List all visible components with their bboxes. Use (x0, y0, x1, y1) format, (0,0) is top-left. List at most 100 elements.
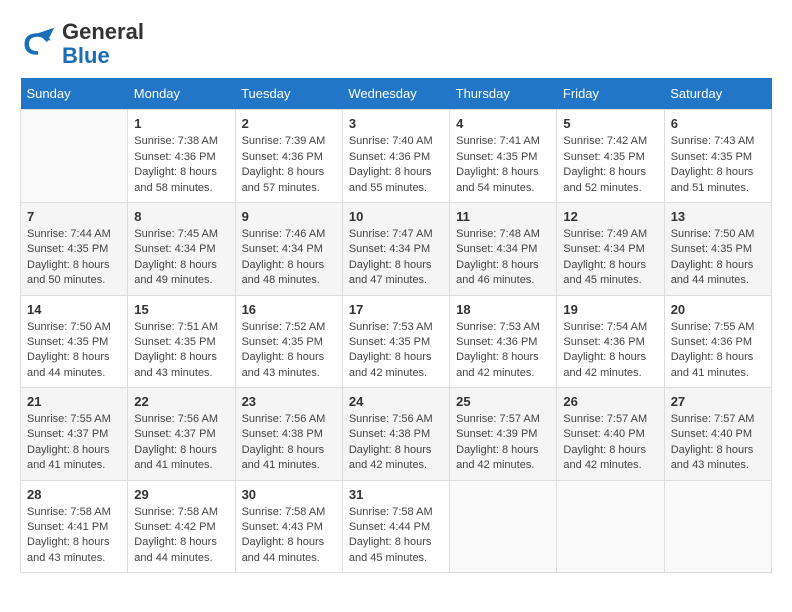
cell-sun-info: Sunrise: 7:57 AM Sunset: 4:40 PM Dayligh… (671, 412, 765, 474)
day-number: 29 (134, 487, 228, 502)
day-number: 14 (27, 302, 121, 317)
cell-sun-info: Sunrise: 7:58 AM Sunset: 4:43 PM Dayligh… (242, 505, 336, 567)
day-number: 19 (563, 302, 657, 317)
day-number: 1 (134, 116, 228, 131)
day-number: 5 (563, 116, 657, 131)
day-number: 2 (242, 116, 336, 131)
day-number: 13 (671, 209, 765, 224)
cell-sun-info: Sunrise: 7:56 AM Sunset: 4:37 PM Dayligh… (134, 412, 228, 474)
day-number: 12 (563, 209, 657, 224)
calendar-week-4: 21 Sunrise: 7:55 AM Sunset: 4:37 PM Dayli… (21, 388, 772, 481)
calendar-cell: 6 Sunrise: 7:43 AM Sunset: 4:35 PM Daylig… (664, 110, 771, 203)
cell-sun-info: Sunrise: 7:56 AM Sunset: 4:38 PM Dayligh… (242, 412, 336, 474)
day-number: 11 (456, 209, 550, 224)
day-number: 4 (456, 116, 550, 131)
cell-sun-info: Sunrise: 7:57 AM Sunset: 4:40 PM Dayligh… (563, 412, 657, 474)
calendar-cell: 9 Sunrise: 7:46 AM Sunset: 4:34 PM Daylig… (235, 202, 342, 295)
calendar-cell: 17 Sunrise: 7:53 AM Sunset: 4:35 PM Dayli… (342, 295, 449, 388)
day-number: 26 (563, 394, 657, 409)
day-number: 18 (456, 302, 550, 317)
cell-sun-info: Sunrise: 7:46 AM Sunset: 4:34 PM Dayligh… (242, 227, 336, 289)
cell-sun-info: Sunrise: 7:43 AM Sunset: 4:35 PM Dayligh… (671, 134, 765, 196)
calendar-cell: 7Sunrise: 7:44 AM Sunset: 4:35 PM Daylig… (21, 202, 128, 295)
calendar-cell (664, 480, 771, 573)
cell-sun-info: Sunrise: 7:48 AM Sunset: 4:34 PM Dayligh… (456, 227, 550, 289)
day-number: 20 (671, 302, 765, 317)
day-number: 16 (242, 302, 336, 317)
day-number: 27 (671, 394, 765, 409)
calendar-cell: 13 Sunrise: 7:50 AM Sunset: 4:35 PM Dayli… (664, 202, 771, 295)
header-sunday: Sunday (21, 78, 128, 110)
calendar-header-row: SundayMondayTuesdayWednesdayThursdayFrid… (21, 78, 772, 110)
calendar-cell: 19 Sunrise: 7:54 AM Sunset: 4:36 PM Dayli… (557, 295, 664, 388)
calendar-week-1: 1 Sunrise: 7:38 AM Sunset: 4:36 PM Daylig… (21, 110, 772, 203)
cell-sun-info: Sunrise: 7:53 AM Sunset: 4:36 PM Dayligh… (456, 320, 550, 382)
day-number: 8 (134, 209, 228, 224)
calendar-cell: 20 Sunrise: 7:55 AM Sunset: 4:36 PM Dayli… (664, 295, 771, 388)
day-number: 17 (349, 302, 443, 317)
calendar-cell: 11 Sunrise: 7:48 AM Sunset: 4:34 PM Dayli… (450, 202, 557, 295)
cell-sun-info: Sunrise: 7:44 AM Sunset: 4:35 PM Dayligh… (27, 227, 121, 289)
cell-sun-info: Sunrise: 7:54 AM Sunset: 4:36 PM Dayligh… (563, 320, 657, 382)
day-number: 3 (349, 116, 443, 131)
calendar-cell: 16 Sunrise: 7:52 AM Sunset: 4:35 PM Dayli… (235, 295, 342, 388)
calendar-cell: 14 Sunrise: 7:50 AM Sunset: 4:35 PM Dayli… (21, 295, 128, 388)
cell-sun-info: Sunrise: 7:39 AM Sunset: 4:36 PM Dayligh… (242, 134, 336, 196)
calendar-cell: 5 Sunrise: 7:42 AM Sunset: 4:35 PM Daylig… (557, 110, 664, 203)
header-tuesday: Tuesday (235, 78, 342, 110)
calendar-cell (450, 480, 557, 573)
calendar-cell: 25 Sunrise: 7:57 AM Sunset: 4:39 PM Dayli… (450, 388, 557, 481)
cell-sun-info: Sunrise: 7:52 AM Sunset: 4:35 PM Dayligh… (242, 320, 336, 382)
day-number: 25 (456, 394, 550, 409)
calendar-cell: 2 Sunrise: 7:39 AM Sunset: 4:36 PM Daylig… (235, 110, 342, 203)
calendar-cell: 26 Sunrise: 7:57 AM Sunset: 4:40 PM Dayli… (557, 388, 664, 481)
calendar-cell: 31Sunrise: 7:58 AM Sunset: 4:44 PM Dayli… (342, 480, 449, 573)
day-number: 24 (349, 394, 443, 409)
calendar-cell: 4 Sunrise: 7:41 AM Sunset: 4:35 PM Daylig… (450, 110, 557, 203)
cell-sun-info: Sunrise: 7:45 AM Sunset: 4:34 PM Dayligh… (134, 227, 228, 289)
calendar-cell: 27 Sunrise: 7:57 AM Sunset: 4:40 PM Dayli… (664, 388, 771, 481)
header-friday: Friday (557, 78, 664, 110)
day-number: 6 (671, 116, 765, 131)
cell-sun-info: Sunrise: 7:53 AM Sunset: 4:35 PM Dayligh… (349, 320, 443, 382)
calendar-cell: 23 Sunrise: 7:56 AM Sunset: 4:38 PM Dayli… (235, 388, 342, 481)
cell-sun-info: Sunrise: 7:50 AM Sunset: 4:35 PM Dayligh… (671, 227, 765, 289)
cell-sun-info: Sunrise: 7:42 AM Sunset: 4:35 PM Dayligh… (563, 134, 657, 196)
calendar-week-3: 14 Sunrise: 7:50 AM Sunset: 4:35 PM Dayli… (21, 295, 772, 388)
day-number: 22 (134, 394, 228, 409)
logo-icon (20, 26, 56, 62)
calendar-cell (557, 480, 664, 573)
calendar-cell: 18 Sunrise: 7:53 AM Sunset: 4:36 PM Dayli… (450, 295, 557, 388)
day-number: 23 (242, 394, 336, 409)
calendar-table: SundayMondayTuesdayWednesdayThursdayFrid… (20, 78, 772, 573)
calendar-cell: 12Sunrise: 7:49 AM Sunset: 4:34 PM Dayli… (557, 202, 664, 295)
cell-sun-info: Sunrise: 7:50 AM Sunset: 4:35 PM Dayligh… (27, 320, 121, 382)
day-number: 30 (242, 487, 336, 502)
cell-sun-info: Sunrise: 7:38 AM Sunset: 4:36 PM Dayligh… (134, 134, 228, 196)
cell-sun-info: Sunrise: 7:55 AM Sunset: 4:37 PM Dayligh… (27, 412, 121, 474)
calendar-cell: 29Sunrise: 7:58 AM Sunset: 4:42 PM Dayli… (128, 480, 235, 573)
calendar-cell: 1 Sunrise: 7:38 AM Sunset: 4:36 PM Daylig… (128, 110, 235, 203)
header-saturday: Saturday (664, 78, 771, 110)
cell-sun-info: Sunrise: 7:57 AM Sunset: 4:39 PM Dayligh… (456, 412, 550, 474)
cell-sun-info: Sunrise: 7:41 AM Sunset: 4:35 PM Dayligh… (456, 134, 550, 196)
calendar-cell: 3 Sunrise: 7:40 AM Sunset: 4:36 PM Daylig… (342, 110, 449, 203)
cell-sun-info: Sunrise: 7:56 AM Sunset: 4:38 PM Dayligh… (349, 412, 443, 474)
cell-sun-info: Sunrise: 7:47 AM Sunset: 4:34 PM Dayligh… (349, 227, 443, 289)
day-number: 21 (27, 394, 121, 409)
header-thursday: Thursday (450, 78, 557, 110)
cell-sun-info: Sunrise: 7:40 AM Sunset: 4:36 PM Dayligh… (349, 134, 443, 196)
day-number: 28 (27, 487, 121, 502)
calendar-cell: 28Sunrise: 7:58 AM Sunset: 4:41 PM Dayli… (21, 480, 128, 573)
calendar-cell: 8 Sunrise: 7:45 AM Sunset: 4:34 PM Daylig… (128, 202, 235, 295)
day-number: 10 (349, 209, 443, 224)
calendar-cell: 30 Sunrise: 7:58 AM Sunset: 4:43 PM Dayli… (235, 480, 342, 573)
header-monday: Monday (128, 78, 235, 110)
calendar-cell: 22 Sunrise: 7:56 AM Sunset: 4:37 PM Dayli… (128, 388, 235, 481)
day-number: 9 (242, 209, 336, 224)
cell-sun-info: Sunrise: 7:55 AM Sunset: 4:36 PM Dayligh… (671, 320, 765, 382)
header-wednesday: Wednesday (342, 78, 449, 110)
logo: General Blue (20, 20, 144, 68)
calendar-cell: 15Sunrise: 7:51 AM Sunset: 4:35 PM Dayli… (128, 295, 235, 388)
calendar-cell: 24 Sunrise: 7:56 AM Sunset: 4:38 PM Dayli… (342, 388, 449, 481)
